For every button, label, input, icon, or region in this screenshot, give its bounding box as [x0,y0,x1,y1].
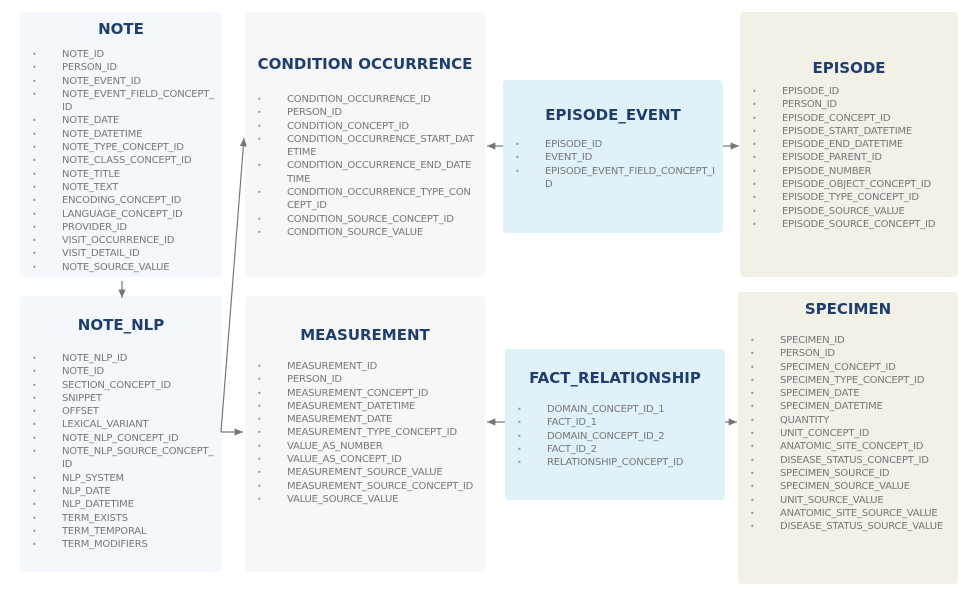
relationship-arrows [118,137,739,436]
arrow-to-condition [220,137,247,433]
